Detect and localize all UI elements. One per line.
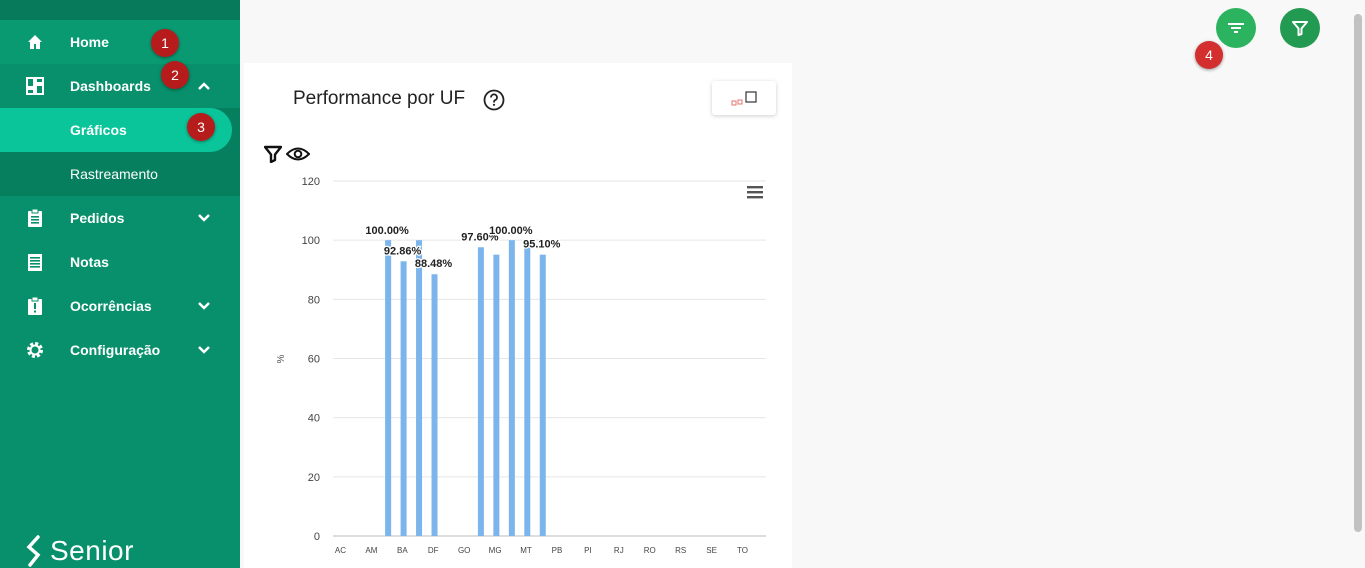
y-tick-label: 100	[302, 235, 320, 247]
sidebar-item-label: Dashboards	[70, 78, 151, 94]
x-tick-label: DF	[428, 546, 439, 555]
chart-bar[interactable]	[400, 261, 407, 536]
x-tick-label: RS	[675, 546, 686, 555]
chart-bar[interactable]	[493, 254, 500, 536]
step-badge-2: 2	[161, 61, 189, 89]
dashboard-icon	[25, 76, 45, 96]
data-label: 100.00%	[365, 225, 409, 237]
expand-icon	[731, 91, 757, 106]
scrollbar-thumb[interactable]	[1354, 14, 1362, 532]
sort-filter-button[interactable]	[1216, 8, 1256, 48]
x-tick-label: PI	[584, 546, 592, 555]
sidebar-item-label: Gráficos	[70, 122, 127, 138]
sidebar-item-home[interactable]: Home	[0, 20, 240, 64]
data-label: 95.10%	[523, 239, 561, 251]
eye-icon[interactable]	[286, 146, 310, 162]
sidebar-item-label: Ocorrências	[70, 298, 152, 314]
expand-chart-button[interactable]	[712, 81, 776, 115]
chart-bar[interactable]	[385, 240, 392, 536]
x-tick-label: AC	[335, 546, 346, 555]
alert-clipboard-icon	[25, 296, 45, 316]
home-icon	[25, 32, 45, 52]
sidebar: Home Dashboards Gráficos Rastreamento Pe…	[0, 0, 240, 568]
x-tick-label: MT	[520, 546, 532, 555]
sort-lines-icon	[1228, 23, 1244, 33]
clipboard-icon	[25, 208, 45, 228]
senior-logo-icon	[26, 535, 41, 567]
chart-bar[interactable]	[524, 240, 531, 536]
filter-button[interactable]	[1280, 8, 1320, 48]
chevron-down-icon	[198, 214, 210, 222]
data-label: 88.48%	[415, 258, 453, 270]
y-tick-label: 20	[308, 472, 320, 484]
page-scrollbar[interactable]	[1354, 0, 1364, 532]
chart-bar[interactable]	[416, 240, 423, 536]
x-tick-label: RO	[644, 546, 656, 555]
step-badge-1: 1	[151, 29, 179, 57]
x-tick-label: AM	[365, 546, 377, 555]
y-axis-label: %	[276, 354, 287, 363]
x-tick-label: SE	[706, 546, 717, 555]
sidebar-item-label: Pedidos	[70, 210, 125, 226]
sidebar-item-dashboards[interactable]: Dashboards	[0, 64, 240, 108]
x-tick-label: RJ	[614, 546, 624, 555]
step-badge-4: 4	[1195, 41, 1223, 69]
chevron-down-icon	[198, 346, 210, 354]
funnel-icon	[1292, 21, 1308, 36]
step-badge-3: 3	[187, 113, 215, 141]
help-icon[interactable]	[483, 89, 505, 111]
chart-menu-icon[interactable]	[747, 186, 763, 199]
chart-bar[interactable]	[539, 254, 546, 536]
y-tick-label: 60	[308, 354, 320, 366]
sidebar-item-label: Configuração	[70, 342, 161, 358]
funnel-icon[interactable]	[264, 145, 282, 163]
chevron-down-icon	[198, 302, 210, 310]
x-tick-label: TO	[737, 546, 748, 555]
chart-tools	[264, 145, 310, 163]
sidebar-item-notas[interactable]: Notas	[0, 240, 240, 284]
sidebar-item-label: Rastreamento	[70, 166, 158, 182]
chart-bar[interactable]	[477, 247, 484, 536]
chart-bar[interactable]	[508, 240, 515, 536]
x-tick-label: MG	[489, 546, 502, 555]
bar-chart: 0 20 40 60 80 100 120 AC AM BA DF GO MG MT PB PI RJ RO RS…	[276, 176, 766, 555]
x-tick-label: BA	[397, 546, 408, 555]
sidebar-item-label: Home	[70, 34, 109, 50]
y-tick-label: 120	[302, 176, 320, 188]
y-tick-label: 80	[308, 294, 320, 306]
y-tick-label: 40	[308, 413, 320, 425]
gear-icon	[25, 340, 45, 360]
x-tick-label: GO	[458, 546, 470, 555]
chart-card: Performance por UF 0 20 40 60 80 100 120 AC AM B…	[244, 63, 792, 568]
chart-bar[interactable]	[431, 274, 438, 536]
sidebar-item-label: Notas	[70, 254, 109, 270]
logo-text: Senior	[50, 535, 134, 566]
receipt-icon	[25, 252, 45, 272]
senior-logo: Senior	[24, 535, 134, 567]
data-label: 92.86%	[384, 245, 422, 257]
sidebar-header	[0, 0, 240, 20]
chevron-up-icon	[198, 82, 210, 90]
sidebar-item-pedidos[interactable]: Pedidos	[0, 196, 240, 240]
chart-title: Performance por UF	[293, 88, 466, 109]
y-tick-label: 0	[314, 531, 320, 543]
sidebar-item-rastreamento[interactable]: Rastreamento	[0, 152, 240, 196]
x-tick-label: PB	[552, 546, 563, 555]
sidebar-item-ocorrencias[interactable]: Ocorrências	[0, 284, 240, 328]
data-label: 100.00%	[489, 225, 533, 237]
sidebar-item-configuracao[interactable]: Configuração	[0, 328, 240, 372]
